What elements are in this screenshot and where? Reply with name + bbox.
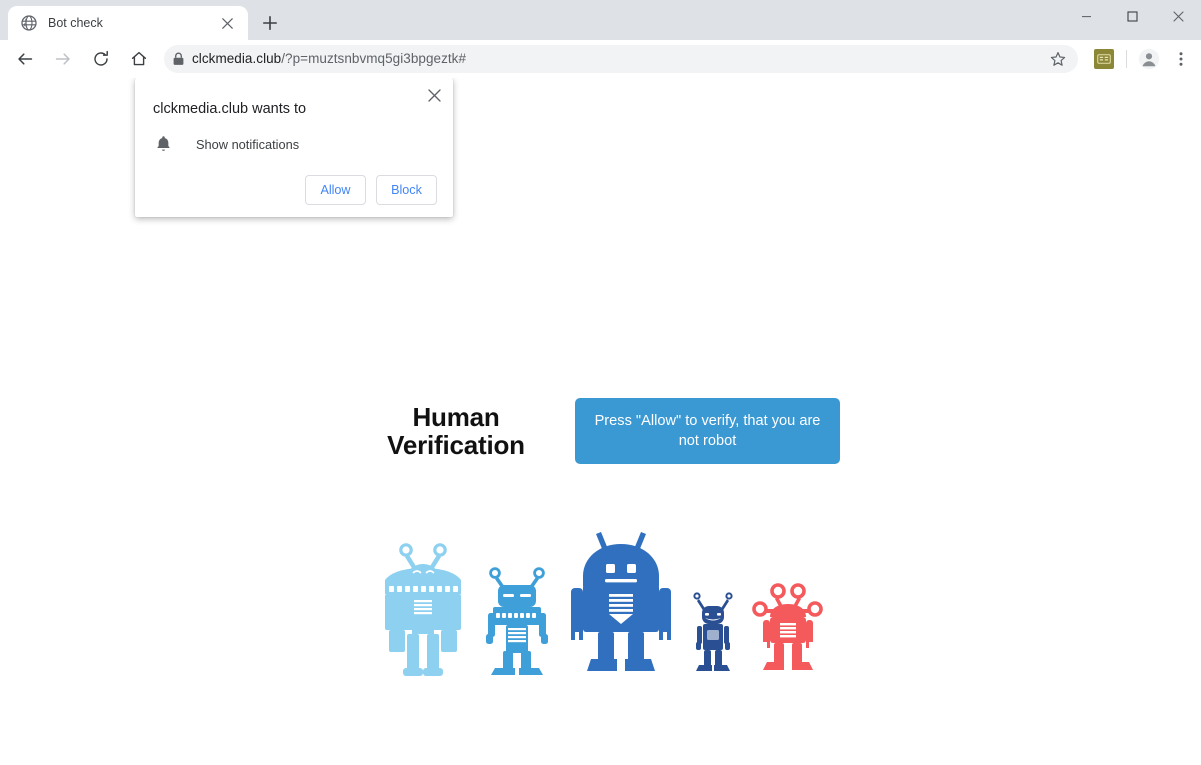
heading-line-1: Human <box>361 403 551 431</box>
block-button[interactable]: Block <box>376 175 437 205</box>
verification-section: Human Verification Press "Allow" to veri… <box>0 398 1201 464</box>
new-tab-icon[interactable] <box>256 9 284 37</box>
robot-illustration <box>0 526 1201 678</box>
home-icon[interactable] <box>125 45 153 73</box>
forward-arrow-icon <box>49 45 77 73</box>
robot-light-blue <box>379 542 467 678</box>
tab-title: Bot check <box>48 16 216 30</box>
minimize-icon[interactable] <box>1063 0 1109 32</box>
permission-row: Show notifications <box>151 134 437 154</box>
back-arrow-icon[interactable] <box>11 45 39 73</box>
window-controls <box>1063 0 1201 32</box>
dialog-title: clckmedia.club wants to <box>151 94 437 119</box>
url-text[interactable]: clckmedia.club/?p=muztsnbvmq5gi3bpgeztk# <box>192 51 1044 66</box>
profile-avatar-icon[interactable] <box>1135 45 1163 73</box>
page-title: Human Verification <box>361 403 551 459</box>
verify-cta-banner[interactable]: Press "Allow" to verify, that you are no… <box>575 398 840 464</box>
dialog-actions: Allow Block <box>151 175 437 205</box>
extension-icon[interactable] <box>1094 49 1114 69</box>
allow-button[interactable]: Allow <box>305 175 366 205</box>
browser-toolbar: clckmedia.club/?p=muztsnbvmq5gi3bpgeztk# <box>0 40 1201 78</box>
reload-icon[interactable] <box>87 45 115 73</box>
bookmark-star-icon[interactable] <box>1044 45 1072 73</box>
browser-window: Bot check <box>0 0 1201 765</box>
robot-sky-blue <box>481 566 553 678</box>
maximize-icon[interactable] <box>1109 0 1155 32</box>
permission-label: Show notifications <box>196 137 299 152</box>
lock-icon[interactable] <box>164 45 192 73</box>
robot-blue-large <box>567 526 675 678</box>
tab-strip: Bot check <box>0 0 1201 40</box>
close-icon[interactable] <box>1155 0 1201 32</box>
robot-navy-small <box>689 586 737 678</box>
address-bar[interactable]: clckmedia.club/?p=muztsnbvmq5gi3bpgeztk# <box>164 45 1078 73</box>
page-viewport: clckmedia.club wants to Show notificatio… <box>0 78 1201 765</box>
close-tab-icon[interactable] <box>216 12 238 34</box>
three-dot-menu-icon[interactable] <box>1169 45 1193 73</box>
url-path: /?p=muztsnbvmq5gi3bpgeztk# <box>281 51 466 66</box>
url-host: clckmedia.club <box>192 51 281 66</box>
heading-line-2: Verification <box>361 431 551 459</box>
toolbar-divider <box>1126 50 1127 68</box>
globe-icon <box>20 15 37 32</box>
robot-red <box>751 582 823 678</box>
close-icon[interactable] <box>421 82 447 108</box>
browser-tab[interactable]: Bot check <box>8 6 248 40</box>
notification-permission-dialog: clckmedia.club wants to Show notificatio… <box>135 78 453 217</box>
bell-icon <box>153 134 173 154</box>
